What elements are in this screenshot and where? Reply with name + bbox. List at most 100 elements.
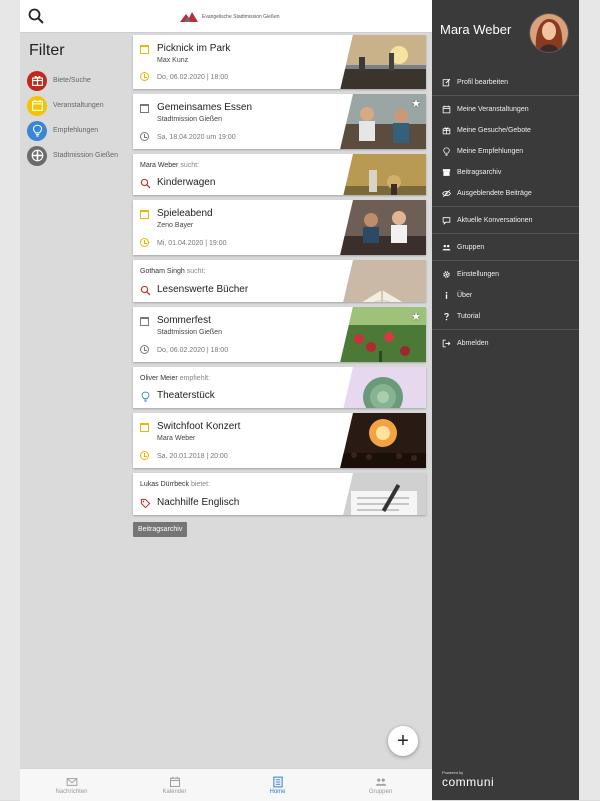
filter-item[interactable]: Empfehlungen <box>27 118 137 143</box>
drawer-item[interactable]: Ausgeblendete Beiträge <box>432 183 579 204</box>
request-card[interactable]: Lukas Dürrbeck bietet: Nachhilfe Englisch <box>133 473 426 515</box>
drawer-item-label: Beitragsarchiv <box>457 169 502 176</box>
menu-divider <box>432 95 579 96</box>
calendar-icon <box>140 317 149 326</box>
drawer-item[interactable]: Meine Gesuche/Gebote <box>432 120 579 141</box>
request-user: Lukas Dürrbeck <box>140 481 190 488</box>
request-card[interactable]: Oliver Meier empfiehlt: Theaterstück <box>133 367 426 408</box>
avatar[interactable] <box>529 13 569 53</box>
people-icon <box>442 243 451 252</box>
request-card[interactable]: Mara Weber sucht: Kinderwagen <box>133 154 426 195</box>
event-title: Sommerfest <box>157 315 211 326</box>
request-meta: Gotham Singh sucht: <box>140 268 205 275</box>
drawer-item[interactable]: Einstellungen <box>432 264 579 285</box>
event-date: Sa, 18.04.2020 um 19:00 <box>157 134 236 141</box>
clock-icon <box>140 451 149 460</box>
people-icon <box>375 775 387 787</box>
lightbulb-icon <box>140 389 151 402</box>
search-icon <box>140 176 151 189</box>
bottom-navigation: Nachrichten Kalender Home Gruppen <box>20 768 432 801</box>
nav-item-nachrichten[interactable]: Nachrichten <box>20 769 123 801</box>
event-card[interactable]: Sommerfest Stadtmission Gießen Do, 06.02.2… <box>133 307 426 362</box>
menu-divider <box>432 260 579 261</box>
calendar-icon <box>140 423 149 432</box>
filter-item[interactable]: Stadtmission Gießen <box>27 143 137 168</box>
calendar-icon <box>140 210 149 219</box>
filter-item-label: Biete/Suche <box>53 77 91 84</box>
filter-panel: Filter Biete/Suche Veranstaltungen Empfehl… <box>27 42 137 168</box>
drawer-item-label: Profil bearbeiten <box>457 79 508 86</box>
filter-title: Filter <box>29 42 65 59</box>
right-margin <box>579 0 600 800</box>
filter-item[interactable]: Veranstaltungen <box>27 93 137 118</box>
nav-item-gruppen[interactable]: Gruppen <box>329 769 432 801</box>
drawer-item-label: Meine Veranstaltungen <box>457 106 529 113</box>
calendar-icon <box>442 105 451 114</box>
menu-divider <box>432 233 579 234</box>
event-card[interactable]: Switchfoot Konzert Mara Weber Sa, 20.01.20… <box>133 413 426 468</box>
drawer-item[interactable]: Profil bearbeiten <box>432 72 579 93</box>
clock-icon <box>140 345 149 354</box>
request-card[interactable]: Gotham Singh sucht: Lesenswerte Bücher <box>133 260 426 302</box>
request-meta: Lukas Dürrbeck bietet: <box>140 481 210 488</box>
event-card[interactable]: Gemeinsames Essen Stadtmission Gießen Sa, … <box>133 94 426 149</box>
logout-icon <box>442 339 451 348</box>
event-organizer: Zeno Bayer <box>157 222 194 229</box>
drawer-item[interactable]: Aktuelle Konversationen <box>432 210 579 231</box>
user-name: Mara Weber <box>440 22 512 37</box>
edit-icon <box>442 78 451 87</box>
game-night-photo <box>339 200 426 255</box>
event-date: Do, 06.02.2020 | 18:00 <box>157 74 229 81</box>
nav-item-label: Nachrichten <box>55 789 88 795</box>
calendar-icon <box>140 45 149 54</box>
clock-icon <box>140 132 149 141</box>
event-card[interactable]: Picknick im Park Max Kunz Do, 06.02.2020 |… <box>133 35 426 89</box>
nav-item-label: Kalender <box>162 789 187 795</box>
drawer-item-label: Abmelden <box>457 340 489 347</box>
filter-item[interactable]: Biete/Suche <box>27 68 137 93</box>
drawer-item[interactable]: Meine Empfehlungen <box>432 141 579 162</box>
home-list-icon <box>272 775 284 788</box>
drawer-menu: Profil bearbeiten Meine Veranstaltungen Me… <box>432 72 579 354</box>
event-title: Gemeinsames Essen <box>157 102 253 113</box>
archive-button[interactable]: Beitragsarchiv <box>133 522 188 537</box>
request-verb: empfiehlt: <box>179 375 211 382</box>
event-organizer: Stadtmission Gießen <box>157 329 222 336</box>
search-icon[interactable] <box>28 8 44 24</box>
drawer-item[interactable]: Beitragsarchiv <box>432 162 579 183</box>
drawer-item-label: Über <box>457 292 473 299</box>
drawer-item[interactable]: Gruppen <box>432 237 579 258</box>
drawer-item[interactable]: Tutorial <box>432 306 579 327</box>
event-title: Switchfoot Konzert <box>157 421 241 432</box>
org-logo: Evangelische Stadtmission Gießen <box>180 10 280 24</box>
drawer-item[interactable]: Abmelden <box>432 333 579 354</box>
request-verb: sucht: <box>186 268 206 275</box>
drawer-item[interactable]: Über <box>432 285 579 306</box>
nav-item-home[interactable]: Home <box>226 769 329 801</box>
concert-photo <box>339 413 426 468</box>
notebook-photo <box>339 473 426 515</box>
info-icon <box>442 291 451 300</box>
request-title: Kinderwagen <box>157 177 216 188</box>
lightbulb-icon <box>442 147 451 156</box>
drawer-item-label: Tutorial <box>457 313 481 320</box>
request-user: Oliver Meier <box>140 375 178 382</box>
star-icon[interactable]: ★ <box>411 310 421 323</box>
plant-photo <box>339 367 426 408</box>
clock-icon <box>140 238 149 247</box>
drawer-item[interactable]: Meine Veranstaltungen <box>432 99 579 120</box>
request-verb: sucht: <box>180 162 200 169</box>
request-verb: bietet: <box>190 481 211 488</box>
top-bar: Evangelische Stadtmission Gießen <box>20 0 432 33</box>
event-title: Spieleabend <box>157 208 213 219</box>
side-drawer: Mara Weber Profil bearbeiten Meine Verans… <box>432 0 579 800</box>
add-post-button[interactable]: + <box>388 726 418 756</box>
star-icon[interactable]: ★ <box>411 97 421 110</box>
event-date: Sa, 20.01.2018 | 20:00 <box>157 453 228 460</box>
request-user: Gotham Singh <box>140 268 185 275</box>
chat-icon <box>442 216 451 225</box>
request-title: Lesenswerte Bücher <box>157 284 249 295</box>
event-card[interactable]: Spieleabend Zeno Bayer Mi, 01.04.2020 | 19… <box>133 200 426 255</box>
group-cross-icon <box>27 145 47 166</box>
nav-item-kalender[interactable]: Kalender <box>123 769 226 801</box>
